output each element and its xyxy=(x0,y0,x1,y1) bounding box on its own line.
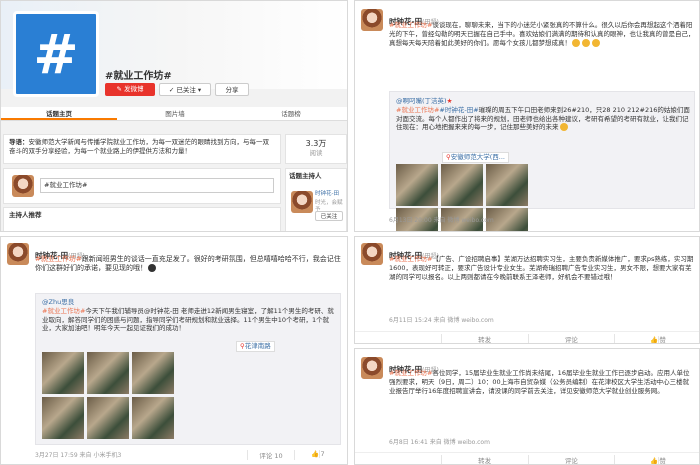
host-follow-button[interactable]: 已关注 xyxy=(315,211,343,221)
tab-topic-ranking[interactable]: 话题榜 xyxy=(233,107,347,120)
post-meta: 6月13日 20:00 来自 微博 weibo.com xyxy=(389,217,494,224)
photo-thumbnail[interactable] xyxy=(42,397,84,439)
author-avatar[interactable] xyxy=(361,9,383,31)
photo-thumbnail[interactable] xyxy=(42,352,84,394)
photo-thumbnail[interactable] xyxy=(396,164,438,206)
topic-title: #就业工作坊# xyxy=(105,71,172,82)
repost-user[interactable]: @Zhu思良 xyxy=(42,298,74,306)
host-label: 话题主持人 xyxy=(289,172,322,180)
post-meta: 6月8日 16:41 来自 微博 weibo.com xyxy=(389,439,490,446)
emoji-icon xyxy=(559,123,568,132)
like-action[interactable]: 👍赞 xyxy=(614,455,699,464)
post-actions: 转发 评论 👍赞 xyxy=(355,452,699,464)
compose-input[interactable]: #就业工作坊# xyxy=(40,178,274,193)
like-action[interactable]: 👍赞 xyxy=(614,334,699,343)
repost-text: @啊叼嘴(丁洁英)★ #就业工作坊##时钟花-田#璀璨的周五下午口田老师来到26… xyxy=(396,97,690,132)
read-count-label: 阅读 xyxy=(309,149,323,157)
post-meta: 3月27日 17:59 来自 小米手机3 xyxy=(35,452,122,459)
follow-button[interactable]: ✓ 已关注 ▾ xyxy=(159,83,211,96)
author-avatar[interactable] xyxy=(7,243,29,265)
share-button[interactable]: 分享 xyxy=(215,83,249,96)
photo-thumbnail[interactable] xyxy=(132,397,174,439)
weibo-post: 时钟花-田(田超) #就业工作坊#跟新闻班男生的谈话一直充足发了。很好的考研氛围… xyxy=(0,236,348,465)
location-tag[interactable]: ⚲安徽师范大学(西... xyxy=(442,152,509,163)
post-weibo-button[interactable]: ✎ 发微博 xyxy=(105,83,155,96)
post-text: #就业工作坊#谈谈现在，聊聊未来，当下的小迷茫小紧张真的不算什么。很久以后你会再… xyxy=(389,21,695,47)
emoji-icon xyxy=(592,38,600,47)
intro-label: 导语： xyxy=(9,138,29,146)
topic-profile-panel: # #就业工作坊# ✎ 发微博 ✓ 已关注 ▾ 分享 话题主页 图片墙 话题榜 … xyxy=(0,0,348,232)
comment-action[interactable]: 评论 10 xyxy=(247,450,294,460)
forward-action[interactable] xyxy=(201,450,247,460)
like-action[interactable]: 👍7 xyxy=(294,450,341,460)
topic-tabs: 话题主页 图片墙 话题榜 xyxy=(1,107,347,121)
read-count-value: 3.3万 xyxy=(305,139,327,148)
host-box: 话题主持人 时钟花-田 时光，会赋予 已关注 xyxy=(285,168,347,231)
photo-thumbnail[interactable] xyxy=(132,352,174,394)
pencil-icon: ✎ xyxy=(116,85,124,93)
favorite-action[interactable] xyxy=(355,455,441,464)
emoji-icon xyxy=(582,38,590,47)
post-actions: 评论 10 👍7 xyxy=(201,450,341,460)
vip-icon: ★ xyxy=(446,97,453,105)
host-name[interactable]: 时钟花-田 xyxy=(315,191,339,198)
author-avatar[interactable] xyxy=(361,357,383,379)
post-meta: 6月11日 15:24 来自 微博 weibo.com xyxy=(389,317,494,324)
forward-action[interactable]: 转发 xyxy=(440,455,528,464)
post-text: #就业工作坊#各位同学，15届毕业生就业工作尚未结尾，16届毕业生就业工作已逐步… xyxy=(389,369,690,395)
topic-logo: # xyxy=(13,11,99,97)
repost-box: @Zhu思良 #就业工作坊#今天下午我们辅导员@时钟花-田 老师走进12新闻男生… xyxy=(35,293,341,445)
recommend-box: 主持人推荐 xyxy=(3,207,281,231)
tab-topic-home[interactable]: 话题主页 xyxy=(1,107,117,120)
photo-thumbnail[interactable] xyxy=(87,397,129,439)
photo-thumbnail[interactable] xyxy=(441,164,483,206)
post-text: #就业工作坊#【广告、广设招聘启事】芜湖万达招聘实习生，主要负责新媒体推广，要求… xyxy=(389,255,694,281)
emoji-icon xyxy=(572,38,580,47)
post-hashtag[interactable]: #就业工作坊# xyxy=(389,21,432,29)
weibo-post: 时钟花-田(田超) #就业工作坊#各位同学，15届毕业生就业工作尚未结尾，16届… xyxy=(354,348,700,465)
photo-thumbnail[interactable] xyxy=(486,164,528,206)
intro-text: 安徽师范大学新闻与传播学院就业工作坊，为每一双迷茫的眼睛找到方向，与每一双奋斗的… xyxy=(9,138,269,155)
tab-photo-wall[interactable]: 图片墙 xyxy=(117,107,233,120)
repost-user[interactable]: @啊叼嘴(丁洁英) xyxy=(396,97,447,105)
comment-action[interactable]: 评论 xyxy=(527,334,615,343)
user-avatar xyxy=(12,175,34,197)
post-actions: 转发 评论 👍赞 xyxy=(355,331,699,343)
author-avatar[interactable] xyxy=(361,243,383,265)
weibo-post: 时钟花-田(田超) #就业工作坊#谈谈现在，聊聊未来，当下的小迷茫小紧张真的不算… xyxy=(354,0,700,232)
repost-text: @Zhu思良 #就业工作坊#今天下午我们辅导员@时钟花-田 老师走进12新闻男生… xyxy=(42,298,334,333)
post-hashtag[interactable]: #就业工作坊# xyxy=(35,255,82,263)
favorite-action[interactable] xyxy=(355,334,441,343)
host-avatar[interactable] xyxy=(291,191,313,213)
weibo-post: 时钟花-田(田超) #就业工作坊#【广告、广设招聘启事】芜湖万达招聘实习生，主要… xyxy=(354,236,700,344)
read-count-box: 3.3万 阅读 xyxy=(285,134,347,164)
comment-action[interactable]: 评论 xyxy=(527,455,615,464)
post-text: #就业工作坊#跟新闻班男生的谈话一直充足发了。很好的考研氛围，但总嘻嘻哈哈不行，… xyxy=(35,255,341,273)
repost-box: @啊叼嘴(丁洁英)★ #就业工作坊##时钟花-田#璀璨的周五下午口田老师来到26… xyxy=(389,91,695,231)
post-hashtag[interactable]: #就业工作坊# xyxy=(389,369,432,377)
post-hashtag[interactable]: #就业工作坊# xyxy=(389,255,432,263)
sunglasses-emoji-icon xyxy=(148,264,156,273)
recommend-label: 主持人推荐 xyxy=(9,211,42,219)
compose-box: #就业工作坊# xyxy=(3,168,281,204)
forward-action[interactable]: 转发 xyxy=(440,334,528,343)
intro-box: 导语：安徽师范大学新闻与传播学院就业工作坊，为每一双迷茫的眼睛找到方向，与每一双… xyxy=(3,134,281,164)
location-tag[interactable]: ⚲花津南路 xyxy=(236,341,275,352)
chevron-down-icon: ▾ xyxy=(195,86,202,94)
photo-thumbnail[interactable] xyxy=(87,352,129,394)
